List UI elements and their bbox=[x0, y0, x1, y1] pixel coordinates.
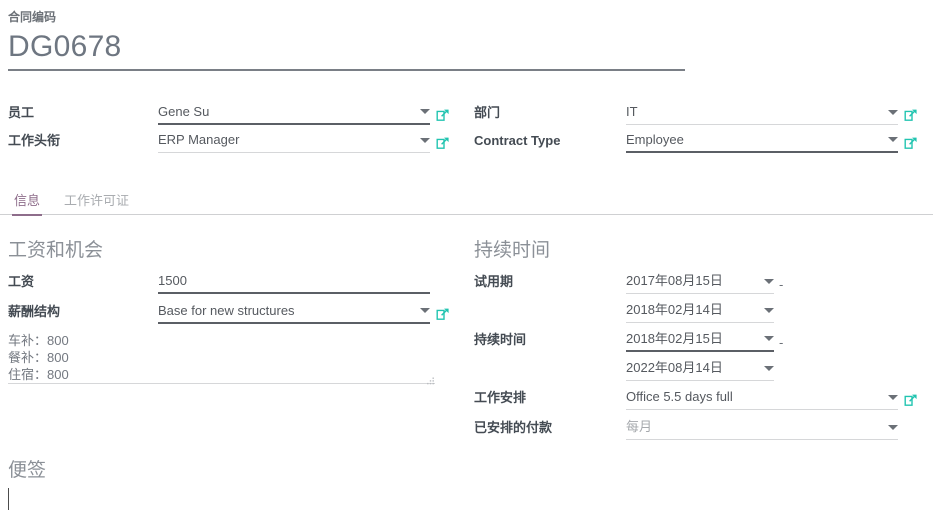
working-schedule-select[interactable]: Office 5.5 days full bbox=[626, 388, 898, 410]
contract-type-value: Employee bbox=[626, 131, 684, 147]
field-label-spacer bbox=[474, 319, 626, 323]
field-label-department: 部门 bbox=[474, 105, 501, 120]
department-select[interactable]: IT bbox=[626, 103, 898, 125]
allowances-textarea[interactable]: 车补：800 餐补：800 住宿：800 bbox=[8, 332, 435, 385]
field-label-salary: 工资 bbox=[8, 274, 35, 289]
field-scheduled-pay: 已安排的付款 每月 bbox=[474, 418, 925, 440]
chevron-down-icon[interactable] bbox=[888, 394, 898, 400]
job-title-select[interactable]: ERP Manager bbox=[158, 131, 430, 153]
tab-information[interactable]: 信息 bbox=[12, 188, 43, 216]
field-label-employee: 员工 bbox=[8, 105, 35, 120]
duration-section: 持续时间 试用期 2017年08月15日 - 2018年02月14日 持续时间 … bbox=[474, 238, 925, 448]
field-trial-period-start: 试用期 2017年08月15日 - bbox=[474, 272, 925, 294]
external-link-icon[interactable] bbox=[436, 136, 450, 150]
external-link-icon[interactable] bbox=[436, 307, 450, 321]
field-working-schedule: 工作安排 Office 5.5 days full bbox=[474, 388, 925, 410]
field-trial-period-end: 2018年02月14日 bbox=[474, 301, 925, 323]
duration-end-date-value: 2022年08月14日 bbox=[626, 360, 723, 375]
chevron-down-icon[interactable] bbox=[764, 365, 774, 371]
notes-section: 便签 bbox=[8, 458, 925, 510]
chevron-down-icon[interactable] bbox=[420, 137, 430, 143]
allowance-line: 车补：800 bbox=[8, 333, 69, 348]
chevron-down-icon[interactable] bbox=[888, 137, 898, 142]
chevron-down-icon[interactable] bbox=[764, 278, 774, 284]
external-link-icon[interactable] bbox=[436, 108, 450, 122]
duration-start-date-value: 2018年02月15日 bbox=[626, 330, 723, 346]
resize-handle-icon[interactable] bbox=[426, 373, 435, 385]
field-salary-structure: 薪酬结构 Base for new structures bbox=[8, 302, 466, 324]
field-label-job-title: 工作头衔 bbox=[8, 133, 61, 148]
contract-code-input[interactable]: DG0678 bbox=[8, 27, 925, 67]
working-schedule-value: Office 5.5 days full bbox=[626, 389, 733, 404]
external-link-icon[interactable] bbox=[904, 136, 918, 150]
text-cursor bbox=[8, 488, 9, 510]
employee-value: Gene Su bbox=[158, 103, 210, 119]
field-label-duration: 持续时间 bbox=[474, 332, 527, 347]
field-label-working-schedule: 工作安排 bbox=[474, 390, 527, 405]
chevron-down-icon[interactable] bbox=[764, 307, 774, 313]
chevron-down-icon[interactable] bbox=[888, 424, 898, 430]
field-duration-start: 持续时间 2018年02月15日 - bbox=[474, 330, 925, 352]
field-department: 部门 IT bbox=[474, 103, 925, 125]
salary-structure-select[interactable]: Base for new structures bbox=[158, 302, 430, 324]
job-title-value: ERP Manager bbox=[158, 132, 240, 147]
notes-title: 便签 bbox=[8, 460, 47, 481]
duration-start-date-input[interactable]: 2018年02月15日 bbox=[626, 330, 774, 352]
allowance-line: 餐补：800 bbox=[8, 350, 69, 365]
record-header: 合同编码 DG0678 bbox=[8, 10, 925, 71]
chevron-down-icon[interactable] bbox=[420, 308, 430, 313]
employee-select[interactable]: Gene Su bbox=[158, 103, 430, 125]
salary-and-opportunity-section: 工资和机会 工资 1500 薪酬结构 Base for new structur… bbox=[8, 238, 466, 385]
field-employee: 员工 Gene Su bbox=[8, 103, 474, 125]
section-title-duration: 持续时间 bbox=[474, 240, 551, 261]
external-link-icon[interactable] bbox=[904, 393, 918, 407]
trial-start-date-input[interactable]: 2017年08月15日 bbox=[626, 272, 774, 294]
salary-input[interactable]: 1500 bbox=[158, 272, 430, 294]
field-label-scheduled-pay: 已安排的付款 bbox=[474, 420, 553, 435]
top-form: 员工 Gene Su 部门 IT 工作头衔 ERP Manager Contra… bbox=[8, 103, 925, 153]
department-value: IT bbox=[626, 104, 638, 119]
contract-code-label: 合同编码 bbox=[8, 10, 57, 24]
chevron-down-icon[interactable] bbox=[764, 336, 774, 341]
duration-end-date-input[interactable]: 2022年08月14日 bbox=[626, 359, 774, 381]
field-salary: 工资 1500 bbox=[8, 272, 466, 294]
section-title-salary: 工资和机会 bbox=[8, 240, 104, 261]
notes-editor[interactable] bbox=[8, 488, 925, 510]
scheduled-pay-value: 每月 bbox=[626, 419, 653, 434]
tab-work-permit[interactable]: 工作许可证 bbox=[62, 188, 131, 216]
form-row: 员工 Gene Su 部门 IT bbox=[8, 103, 925, 125]
salary-value: 1500 bbox=[158, 272, 187, 288]
contract-type-select[interactable]: Employee bbox=[626, 131, 898, 153]
scheduled-pay-select[interactable]: 每月 bbox=[626, 418, 898, 440]
field-job-title: 工作头衔 ERP Manager bbox=[8, 131, 474, 153]
date-range-separator: - bbox=[779, 277, 784, 292]
field-label-spacer bbox=[474, 377, 626, 381]
chevron-down-icon[interactable] bbox=[420, 109, 430, 114]
form-row: 工作头衔 ERP Manager Contract Type Employee bbox=[8, 131, 925, 153]
tab-bar: 信息 工作许可证 bbox=[0, 188, 933, 216]
allowance-line: 住宿：800 bbox=[8, 367, 69, 382]
field-label-trial-period: 试用期 bbox=[474, 274, 514, 289]
chevron-down-icon[interactable] bbox=[888, 109, 898, 115]
trial-end-date-value: 2018年02月14日 bbox=[626, 302, 723, 317]
header-underline bbox=[8, 69, 685, 71]
date-range-separator: - bbox=[779, 335, 784, 350]
field-label-contract-type: Contract Type bbox=[474, 133, 561, 148]
trial-end-date-input[interactable]: 2018年02月14日 bbox=[626, 301, 774, 323]
field-label-salary-structure: 薪酬结构 bbox=[8, 304, 61, 319]
trial-start-date-value: 2017年08月15日 bbox=[626, 273, 723, 288]
external-link-icon[interactable] bbox=[904, 108, 918, 122]
field-duration-end: 2022年08月14日 bbox=[474, 359, 925, 381]
salary-structure-value: Base for new structures bbox=[158, 302, 295, 318]
field-contract-type: Contract Type Employee bbox=[474, 131, 925, 153]
